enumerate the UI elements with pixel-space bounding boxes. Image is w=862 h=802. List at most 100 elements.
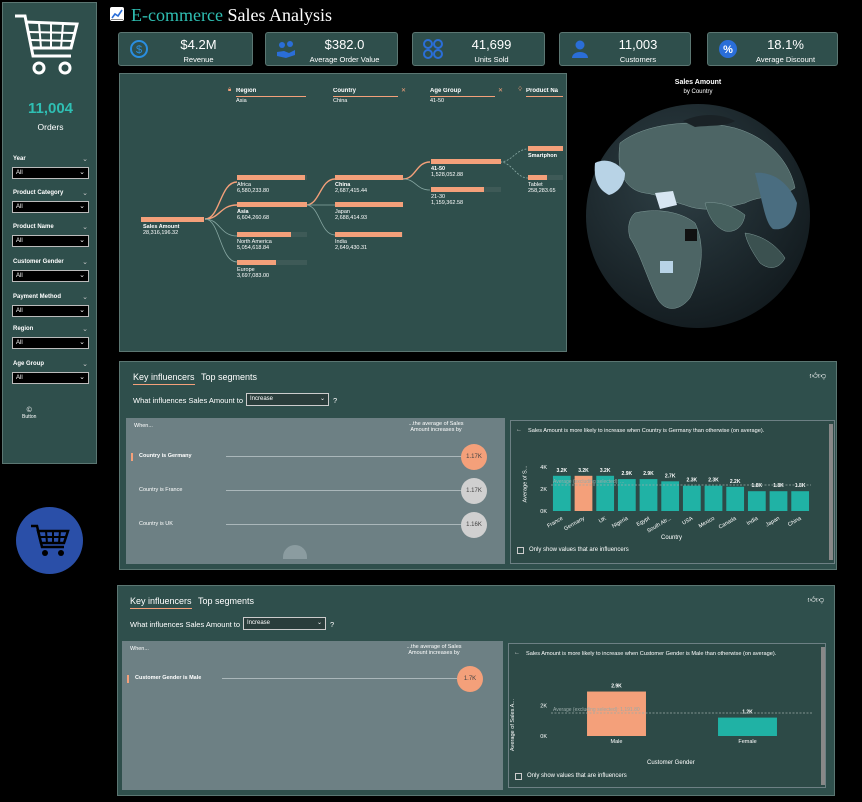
node-bar-africa[interactable] (237, 175, 305, 180)
influencers-list: When... ...the average of Sales Amount i… (122, 641, 503, 790)
help-icon[interactable]: ? (333, 396, 337, 405)
filter-select-year[interactable]: All ⌄ (12, 167, 89, 179)
map-subtitle: by Country (683, 89, 713, 95)
help-icon[interactable]: ? (330, 620, 334, 629)
back-arrow-icon[interactable]: ← (516, 427, 522, 433)
node-bar-21-30[interactable] (431, 187, 484, 192)
influencer-label[interactable]: Customer Gender is Male (135, 675, 201, 681)
bar-data-label: 2.7K (665, 473, 676, 479)
tab-key-influencers[interactable]: Key influencers (133, 372, 195, 385)
bar-data-label: 2.9K (611, 684, 622, 690)
bar-usa (682, 485, 701, 511)
when-label: When... (130, 646, 149, 652)
tab-top-segments[interactable]: Top segments (198, 596, 254, 606)
node-bar-41-50[interactable] (431, 159, 501, 164)
root-node: Sales Amount 28,316,196.32 (143, 224, 179, 236)
filter-select-region[interactable]: All ⌄ (12, 337, 89, 349)
close-icon[interactable]: ✕ (401, 87, 406, 94)
filter-select-product-category[interactable]: All ⌄ (12, 201, 89, 213)
node-bar-asia[interactable] (237, 202, 307, 207)
kpi-value: 41,699 (471, 37, 512, 52)
globe-map[interactable] (585, 103, 811, 329)
influencer-value-bubble[interactable]: 1.7K (457, 666, 483, 692)
kpi-value: $382.0 (324, 37, 365, 52)
chevron-down-icon[interactable]: ⌄ (82, 293, 88, 301)
chevron-down-icon[interactable]: ⌄ (82, 189, 88, 197)
node-bar-europe[interactable] (237, 260, 276, 265)
kpi-label: Average Discount (755, 55, 816, 64)
cart-button[interactable] (16, 507, 83, 574)
node-label: China 2,687,415.44 (335, 182, 367, 194)
chevron-down-icon[interactable]: ⌄ (82, 325, 88, 333)
influencers-checkbox[interactable] (517, 547, 524, 554)
bar-south-afr- (661, 481, 680, 511)
influencer-line (226, 456, 466, 457)
close-icon[interactable]: ✕ (498, 87, 503, 94)
node-bar-tablet[interactable] (528, 175, 547, 180)
back-arrow-icon[interactable]: ← (514, 650, 520, 656)
x-tick-label: USA (681, 516, 694, 527)
filter-value: All (16, 204, 23, 210)
root-bar[interactable] (141, 217, 204, 222)
influencers-checkbox[interactable] (515, 773, 522, 780)
influencer-value-bubble[interactable]: 1.17K (461, 444, 487, 470)
filter-select-payment-method[interactable]: All ⌄ (12, 305, 89, 317)
chevron-down-icon[interactable]: ⌄ (82, 360, 88, 368)
filter-sidebar: 11,004 Orders Year ⌄ All ⌄ Product Category ⌄… (2, 2, 97, 464)
copyright-icon: © (26, 407, 32, 414)
x-tick-label: Egypt (636, 516, 652, 528)
title-rest: Sales Analysis (227, 5, 332, 25)
bar-data-label: 2.3K (708, 478, 719, 484)
influencer-label[interactable]: Country is France (139, 487, 182, 493)
node-label: Tablet 258,283.65 (528, 182, 556, 194)
thumbs-icon[interactable]: 👍︎👎︎ (810, 371, 826, 381)
scrollbar[interactable] (821, 647, 825, 785)
orders-label: Orders (37, 122, 64, 132)
influencer-line (222, 678, 462, 679)
country-bar-chart: 4K 2K 0K 3.2K France 3.2K Germany 3.2K UK 2.9K Nig… (540, 465, 811, 534)
influencer-label[interactable]: Country is Germany (139, 453, 192, 459)
filter-select-customer-gender[interactable]: All ⌄ (12, 270, 89, 282)
increase-dropdown[interactable]: Increase ⌄ (246, 393, 329, 406)
chart-increasing-icon (110, 7, 124, 21)
y-tick-label: 0K (540, 734, 547, 740)
influencer-value: 1.17K (466, 454, 482, 460)
chevron-down-icon[interactable]: ⌄ (82, 223, 88, 231)
increase-dropdown[interactable]: Increase ⌄ (243, 617, 326, 630)
button[interactable]: © Button (22, 407, 36, 420)
bar-data-label: 2.9K (622, 471, 633, 477)
x-tick-label: Canada (718, 515, 739, 530)
x-tick-label: India (746, 515, 760, 527)
bulb-icon[interactable]: 💡︎ (518, 87, 522, 94)
thumbs-icon[interactable]: 👍︎👎︎ (808, 595, 824, 605)
y-axis-label: Average of Sales A... (510, 698, 517, 752)
orders-value: 11,004 (27, 100, 74, 117)
node-label: 41-50 1,528,052.88 (431, 166, 463, 178)
kpi-label: Units Sold (474, 55, 509, 64)
filter-value: All (16, 375, 23, 381)
filter-select-product-name[interactable]: All ⌄ (12, 235, 89, 247)
chevron-down-icon[interactable]: ⌄ (82, 258, 88, 266)
node-bar-japan[interactable] (335, 202, 403, 207)
chevron-down-icon[interactable]: ⌄ (82, 155, 88, 163)
filter-select-age-group[interactable]: All ⌄ (12, 372, 89, 384)
scroll-handle[interactable] (283, 545, 307, 559)
avg-header: ...the average of Sales Amount increases… (406, 644, 462, 656)
tab-key-influencers[interactable]: Key influencers (130, 596, 192, 609)
y-tick-label: 2K (540, 487, 547, 493)
tab-top-segments[interactable]: Top segments (201, 372, 257, 382)
influencer-label[interactable]: Country is UK (139, 521, 173, 527)
decomposition-tree: 🔒︎ Region Asia ✕ Country China ✕ Age Group 41-50… (119, 73, 567, 352)
x-tick-label: China (787, 515, 803, 528)
influencer-value-bubble[interactable]: 1.17K (461, 478, 487, 504)
node-bar-smartphon[interactable] (528, 146, 563, 151)
influencer-value-bubble[interactable]: 1.16K (461, 512, 487, 538)
node-bar-india[interactable] (335, 232, 402, 237)
lock-icon[interactable]: 🔒︎ (228, 87, 231, 94)
node-bar-china[interactable] (335, 175, 403, 180)
dropdown-value: Increase (250, 396, 274, 402)
bar-data-label: 1.8K (752, 483, 763, 489)
node-bar-north-america[interactable] (237, 232, 291, 237)
bar-data-label: 3.2K (578, 468, 589, 474)
scrollbar[interactable] (829, 424, 833, 560)
